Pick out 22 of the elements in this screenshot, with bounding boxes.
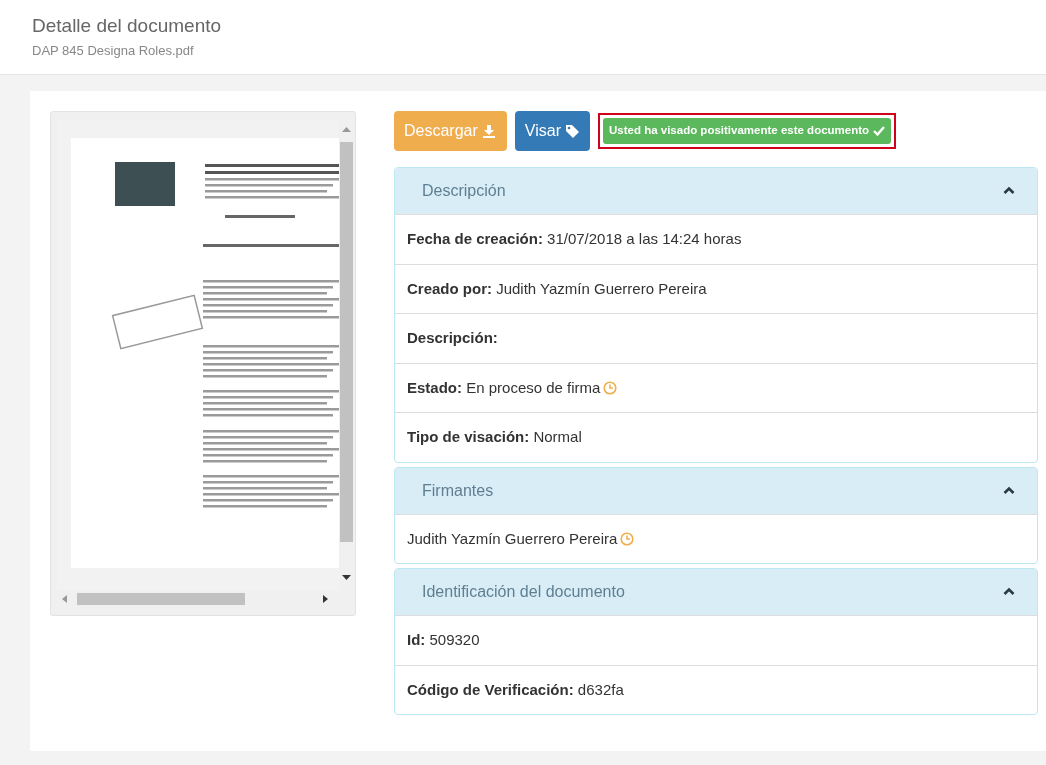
detail-text: Id: 509320 <box>407 630 480 650</box>
detail-text: Judith Yazmín Guerrero Pereira <box>407 528 618 549</box>
file-name: DAP 845 Designa Roles.pdf <box>32 41 195 60</box>
chevron-up-icon <box>1003 185 1015 197</box>
download-button[interactable]: Descargar <box>394 111 507 151</box>
chevron-up-icon <box>1003 586 1015 598</box>
page-title: Detalle del documento <box>32 14 223 38</box>
chevron-up-icon <box>1003 484 1015 497</box>
download-icon <box>481 123 497 139</box>
panel-header[interactable]: Descripción <box>395 168 1037 214</box>
detail-text: Descripción: <box>407 328 498 348</box>
check-icon <box>873 125 886 137</box>
tag-icon <box>565 123 580 139</box>
detail-text: Tipo de visación: Normal <box>407 427 582 447</box>
tag-button[interactable]: Visar <box>514 111 590 151</box>
detail-text: Estado: En proceso de firma <box>407 377 601 398</box>
panel-header[interactable]: Firmantes <box>395 467 1037 514</box>
panel-header[interactable]: Identificación del documento <box>395 569 1037 615</box>
detail-text: Fecha de creación: 31/07/2018 a las 14:24 horas <box>407 229 742 249</box>
status-badge: Usted ha visado positivamente este documento <box>603 118 892 144</box>
detail-text: Creado por: Judith Yazmín Guerrero Pereira <box>407 278 707 299</box>
detail-text: Código de Verificación: d632fa <box>407 679 624 700</box>
